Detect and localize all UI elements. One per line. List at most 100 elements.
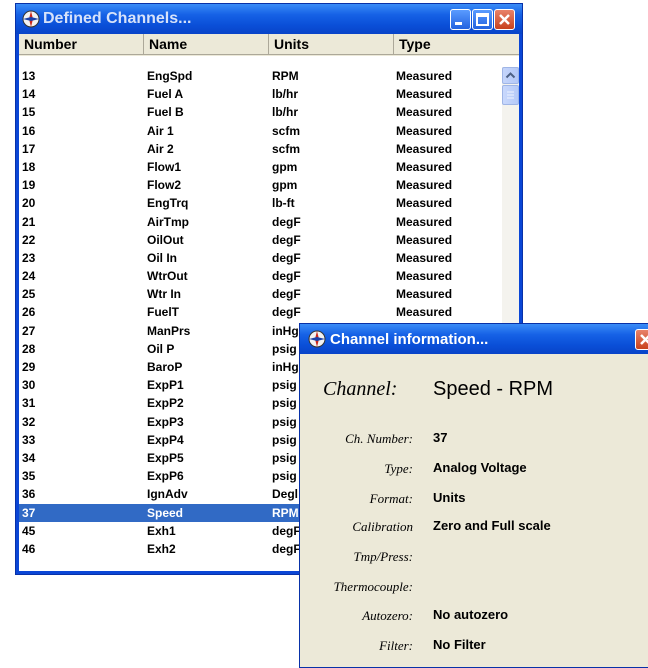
channel-number-cell: 20 (22, 196, 36, 211)
column-header-number[interactable]: Number (19, 34, 144, 55)
channel-number-cell: 35 (22, 469, 36, 484)
channel-number-cell: 13 (22, 69, 36, 83)
format-label: Format: (369, 491, 413, 506)
info-close-button[interactable] (635, 329, 648, 350)
channel-number-cell: 15 (22, 105, 36, 120)
calibration-label: Calibration (352, 519, 413, 534)
channel-units-cell: psig (272, 469, 297, 484)
channel-type-cell: Measured (396, 141, 453, 156)
channel-number-cell: 27 (22, 323, 36, 338)
channel-name-cell: WtrOut (147, 269, 188, 284)
channel-name-cell: Fuel A (147, 87, 184, 102)
channel-name-cell: Air 1 (147, 123, 174, 138)
channel-name-cell: AirTmp (147, 214, 189, 229)
channel-units-cell: scfm (272, 141, 301, 156)
table-row[interactable]: 14 Fuel A lb/hr Measured (19, 85, 498, 103)
channel-name-cell: BaroP (147, 360, 183, 374)
column-header-name[interactable]: Name (144, 34, 269, 55)
channel-name-cell: ExpP4 (147, 432, 184, 447)
channel-information-window: Channel information... Channel: Speed - … (299, 323, 648, 668)
channel-name-cell: FuelT (147, 305, 179, 320)
channel-name-cell: Wtr In (147, 287, 181, 302)
title-bar[interactable]: Defined Channels... (16, 4, 522, 34)
minimize-icon (455, 22, 462, 25)
channel-units-cell: psig (272, 341, 297, 356)
tmp-press-label: Tmp/Press: (353, 549, 413, 564)
channel-name-cell: Air 2 (147, 141, 174, 156)
channel-value: Speed - RPM (433, 378, 554, 400)
table-row[interactable]: 16 Air 1 scfm Measured (19, 122, 498, 140)
info-window-title: Channel information... (330, 331, 489, 348)
channel-units-cell: psig (272, 378, 297, 393)
channel-number-cell: 14 (22, 87, 36, 102)
table-row[interactable]: 24 WtrOut degF Measured (19, 267, 498, 285)
table-row[interactable]: 17 Air 2 scfm Measured (19, 140, 498, 158)
channel-name-cell: Oil In (147, 250, 177, 265)
channel-type-cell: Measured (396, 305, 453, 320)
channel-name-cell: Exh2 (147, 541, 176, 556)
table-row[interactable]: 18 Flow1 gpm Measured (19, 158, 498, 176)
table-row[interactable]: 21 AirTmp degF Measured (19, 213, 498, 231)
type-value: Analog Voltage (433, 460, 527, 475)
channel-name-cell: EngTrq (147, 196, 189, 211)
table-row[interactable]: 23 Oil In degF Measured (19, 249, 498, 267)
channel-number-cell: 26 (22, 305, 36, 320)
channel-units-cell: psig (272, 450, 297, 465)
channel-name-cell: ExpP3 (147, 414, 184, 429)
channel-type-cell: Measured (396, 123, 453, 138)
ch-number-value: 37 (433, 430, 448, 445)
table-row[interactable]: 19 Flow2 gpm Measured (19, 176, 498, 194)
channel-units-cell: scfm (272, 123, 301, 138)
channel-number-cell: 24 (22, 269, 36, 284)
channel-units-cell: psig (272, 396, 297, 411)
channel-type-cell: Measured (396, 69, 453, 83)
close-icon (640, 334, 648, 345)
window-title: Defined Channels... (43, 10, 192, 27)
autozero-value: No autozero (433, 607, 509, 622)
channel-number-cell: 22 (22, 232, 36, 247)
close-button[interactable] (494, 9, 515, 30)
channel-number-cell: 34 (22, 450, 36, 465)
channel-name-cell: ExpP6 (147, 469, 184, 484)
format-value: Units (433, 490, 466, 505)
info-title-bar[interactable]: Channel information... (300, 324, 648, 354)
app-icon[interactable] (22, 10, 40, 28)
channel-units-cell: psig (272, 432, 297, 447)
channel-units-cell: RPM (272, 505, 299, 520)
filter-value: No Filter (433, 637, 486, 652)
channel-number-cell: 36 (22, 487, 36, 502)
column-header-type[interactable]: Type (394, 34, 519, 55)
channel-type-cell: Measured (396, 178, 453, 193)
scroll-up-icon (505, 72, 516, 79)
thermocouple-label: Thermocouple: (333, 579, 413, 594)
channel-units-cell: degF (272, 232, 301, 247)
scroll-thumb[interactable] (502, 85, 519, 105)
table-row[interactable]: 25 Wtr In degF Measured (19, 285, 498, 303)
info-app-icon[interactable] (308, 330, 326, 348)
maximize-button[interactable] (472, 9, 493, 30)
table-row[interactable]: 15 Fuel B lb/hr Measured (19, 103, 498, 121)
channel-units-cell: degF (272, 541, 301, 556)
table-row[interactable]: 22 OilOut degF Measured (19, 231, 498, 249)
channel-number-cell: 28 (22, 341, 36, 356)
channel-units-cell: degF (272, 523, 301, 538)
channel-units-cell: RPM (272, 69, 299, 83)
channel-name-cell: Flow2 (147, 178, 182, 193)
channel-number-cell: 31 (22, 396, 36, 411)
minimize-button[interactable] (450, 9, 471, 30)
channel-units-cell: psig (272, 414, 297, 429)
channel-number-cell: 46 (22, 541, 36, 556)
channel-units-cell: degF (272, 250, 301, 265)
column-headers: Number Name Units Type (19, 34, 519, 56)
channel-type-cell: Measured (396, 159, 453, 174)
channel-number-cell: 18 (22, 159, 36, 174)
scroll-up-button[interactable] (502, 67, 519, 84)
channel-units-cell: lb/hr (272, 87, 298, 102)
channel-number-cell: 32 (22, 414, 36, 429)
table-row[interactable]: 20 EngTrq lb-ft Measured (19, 194, 498, 212)
channel-units-cell: lb-ft (272, 196, 295, 211)
column-header-units[interactable]: Units (269, 34, 394, 55)
table-row[interactable]: 13 EngSpd RPM Measured (19, 67, 498, 85)
filter-label: Filter: (379, 638, 413, 653)
table-row[interactable]: 26 FuelT degF Measured (19, 303, 498, 321)
